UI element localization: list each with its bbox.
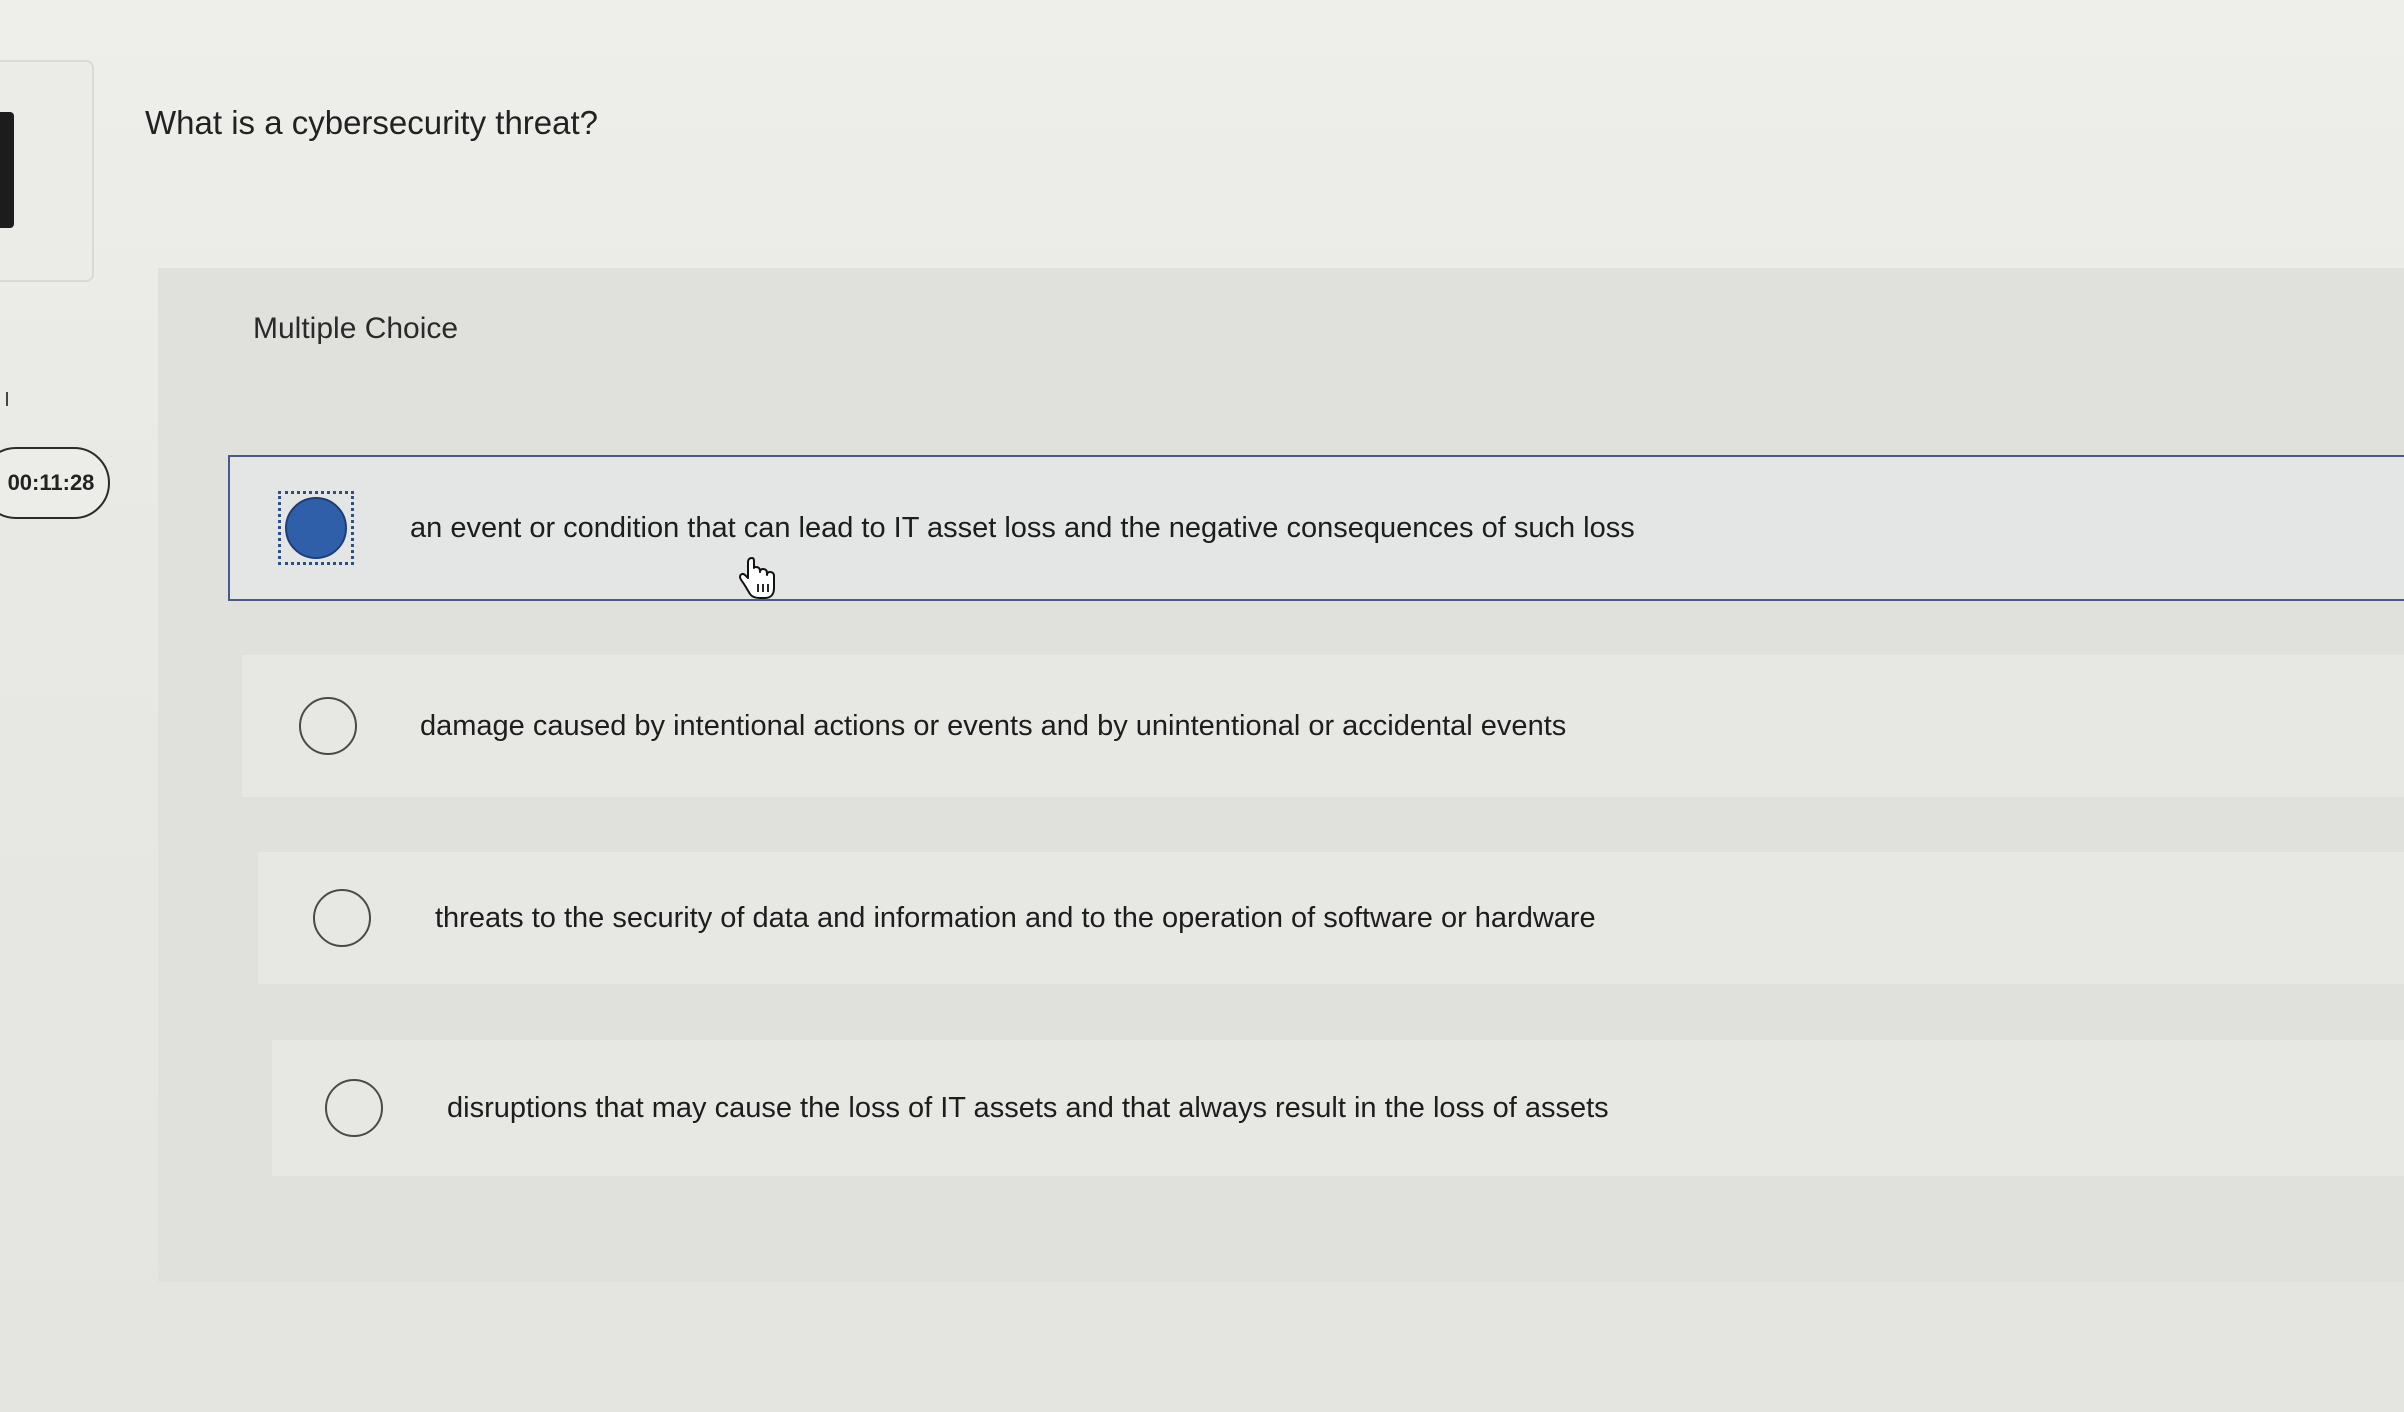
hand-pointer-icon xyxy=(739,557,775,599)
question-type-label: Multiple Choice xyxy=(253,312,459,345)
answer-option-label: disruptions that may cause the loss of I… xyxy=(447,1091,1609,1124)
radio-empty-icon[interactable] xyxy=(325,1079,383,1137)
quiz-screen: 00:11:28 What is a cybersecurity threat?… xyxy=(0,0,2404,1412)
answer-option-label: threats to the security of data and info… xyxy=(435,901,1596,934)
timer-value: 00:11:28 xyxy=(7,470,95,495)
radio-focus-ring[interactable] xyxy=(278,491,354,565)
answer-option-2[interactable]: damage caused by intentional actions or … xyxy=(242,655,2404,797)
progress-indicator xyxy=(0,112,14,228)
radio-selected-icon[interactable] xyxy=(285,497,347,559)
answer-option-1[interactable]: an event or condition that can lead to I… xyxy=(228,455,2404,601)
question-text: What is a cybersecurity threat? xyxy=(145,104,599,141)
progress-rail xyxy=(0,60,94,282)
answer-option-label: an event or condition that can lead to I… xyxy=(410,511,1635,544)
answer-option-label: damage caused by intentional actions or … xyxy=(420,709,1567,742)
answer-option-4[interactable]: disruptions that may cause the loss of I… xyxy=(272,1040,2404,1176)
timer-badge[interactable]: 00:11:28 xyxy=(0,447,110,519)
radio-empty-icon[interactable] xyxy=(299,697,357,755)
rail-marker xyxy=(0,392,8,406)
radio-empty-icon[interactable] xyxy=(313,889,371,947)
answer-option-3[interactable]: threats to the security of data and info… xyxy=(258,852,2404,984)
